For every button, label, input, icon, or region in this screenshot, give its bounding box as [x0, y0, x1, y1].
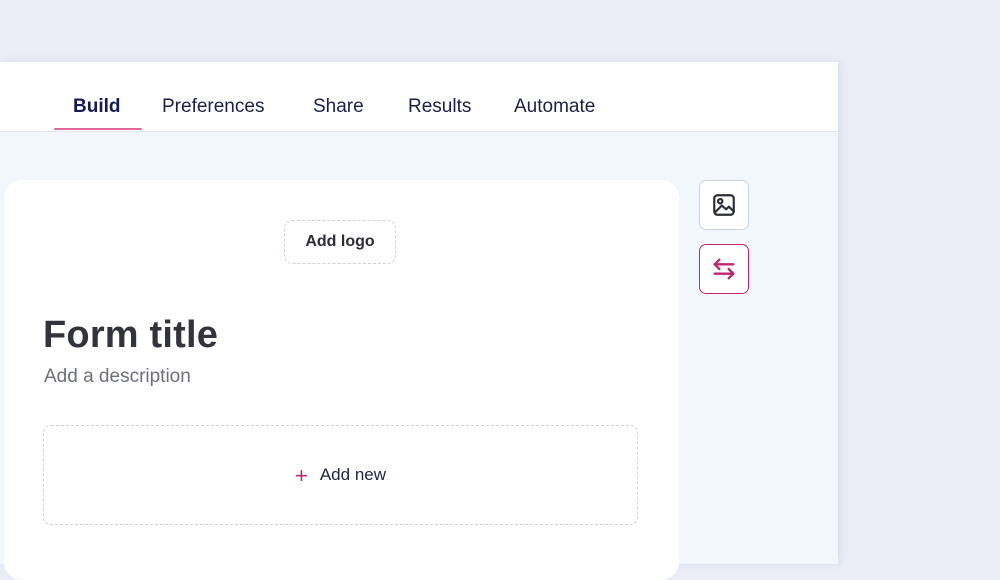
add-new-button[interactable]: + Add new: [43, 425, 638, 525]
active-tab-indicator: [54, 128, 142, 130]
tab-automate[interactable]: Automate: [514, 96, 595, 118]
form-title[interactable]: Form title: [43, 314, 218, 357]
image-icon: [713, 194, 735, 216]
swap-layout-button[interactable]: [699, 244, 749, 294]
tab-results[interactable]: Results: [408, 96, 471, 118]
form-builder-window: Build Preferences Share Results Automate…: [0, 62, 838, 580]
tab-share[interactable]: Share: [313, 96, 364, 118]
plus-icon: +: [294, 463, 308, 488]
form-description-input[interactable]: Add a description: [44, 366, 191, 388]
tab-preferences[interactable]: Preferences: [162, 96, 264, 118]
swap-arrows-icon: [713, 258, 735, 280]
form-card: Add logo Form title Add a description + …: [4, 180, 679, 580]
add-new-label: Add new: [319, 465, 387, 484]
image-tool-button[interactable]: [699, 180, 749, 230]
add-logo-button[interactable]: Add logo: [284, 220, 396, 264]
tab-bar: Build Preferences Share Results Automate: [0, 62, 838, 132]
tab-build[interactable]: Build: [73, 96, 121, 118]
